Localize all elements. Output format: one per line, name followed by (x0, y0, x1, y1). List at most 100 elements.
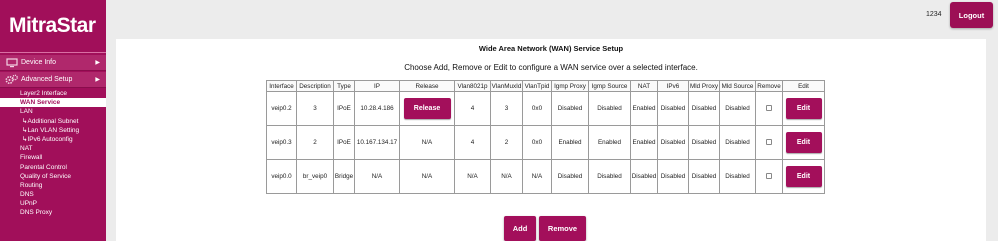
cell-mld-source: Disabled (719, 91, 756, 126)
sidebar: MitraStar Device Info ▶ Advanced Setup ▶… (0, 0, 106, 241)
cell-description: br_veip0 (296, 159, 334, 194)
sidebar-item-wan-service[interactable]: WAN Service (0, 98, 106, 108)
column-header: Mld Proxy (688, 80, 720, 92)
remove-checkbox[interactable] (766, 104, 772, 111)
remove-button[interactable]: Remove (539, 216, 586, 241)
cell-nat: Enabled (630, 125, 658, 160)
column-header: VlanTpid (522, 80, 552, 92)
cell-edit: Edit (782, 125, 825, 160)
sidebar-item-parental-control[interactable]: Parental Control (0, 163, 106, 172)
page-subtitle: Choose Add, Remove or Edit to configure … (404, 63, 698, 72)
logout-button[interactable]: Logout (950, 2, 993, 28)
page-title: Wide Area Network (WAN) Service Setup (478, 44, 624, 53)
nav-advanced-setup-label: Advanced Setup (21, 76, 73, 83)
cell-vlantpid: 0x0 (522, 91, 552, 126)
column-header: Type (333, 80, 355, 92)
main-panel: Wide Area Network (WAN) Service Setup Ch… (116, 39, 986, 241)
username-label: 1234 (926, 11, 942, 18)
cell-type: Bridge (333, 159, 355, 194)
cell-interface: veip0.3 (266, 125, 297, 160)
divider (0, 52, 106, 53)
cell-type: IPoE (333, 91, 355, 126)
cell-ip: 10.28.4.186 (354, 91, 400, 126)
cell-vlan8021p: 4 (454, 125, 491, 160)
cell-description: 3 (296, 91, 334, 126)
cell-ipv6: Disabled (657, 159, 689, 194)
cell-mld-proxy: Disabled (688, 91, 720, 126)
column-header: Edit (782, 80, 825, 92)
cell-vlan8021p: 4 (454, 91, 491, 126)
cell-igmp-source: Enabled (588, 125, 631, 160)
column-header: Interface (266, 80, 297, 92)
nav-device-info[interactable]: Device Info ▶ (0, 55, 106, 71)
sidebar-item-upnp[interactable]: UPnP (0, 199, 106, 208)
cell-release: N/A (399, 159, 455, 194)
column-header: Remove (755, 80, 783, 92)
gears-icon (5, 74, 18, 85)
column-header: Description (296, 80, 334, 92)
column-header: Release (399, 80, 455, 92)
cell-interface: veip0.2 (266, 91, 297, 126)
cell-mld-proxy: Disabled (688, 125, 720, 160)
cell-ip: N/A (354, 159, 400, 194)
sidebar-item-lan-vlan-setting[interactable]: ↳Lan VLAN Setting (0, 126, 106, 135)
cell-igmp-proxy: Disabled (551, 91, 589, 126)
remove-checkbox[interactable] (766, 138, 772, 145)
sidebar-item-firewall[interactable]: Firewall (0, 153, 106, 162)
sidebar-item-dns-proxy[interactable]: DNS Proxy (0, 208, 106, 217)
cell-remove (755, 91, 783, 126)
cell-mld-source: Disabled (719, 125, 756, 160)
cell-vlanmuxid: N/A (490, 159, 523, 194)
cell-nat: Enabled (630, 91, 658, 126)
cell-vlantpid: 0x0 (522, 125, 552, 160)
brand-logo: MitraStar (9, 14, 96, 37)
sidebar-item-layer2-interface[interactable]: Layer2 Interface (0, 89, 106, 98)
cell-ipv6: Disabled (657, 125, 689, 160)
column-header: Mld Source (719, 80, 756, 92)
cell-igmp-proxy: Disabled (551, 159, 589, 194)
cell-type: IPoE (333, 125, 355, 160)
cell-edit: Edit (782, 91, 825, 126)
sidebar-item-additional-subnet[interactable]: ↳Additional Subnet (0, 117, 106, 126)
table-row: veip0.3 2 IPoE 10.167.134.17 N/A 4 2 0x0… (266, 125, 825, 160)
cell-igmp-source: Disabled (588, 159, 631, 194)
add-button[interactable]: Add (504, 216, 536, 241)
cell-release: N/A (399, 125, 455, 160)
table-row: veip0.2 3 IPoE 10.28.4.186 Release 4 3 0… (266, 91, 825, 126)
cell-igmp-proxy: Enabled (551, 125, 589, 160)
cell-vlantpid: N/A (522, 159, 552, 194)
sidebar-item-routing[interactable]: Routing (0, 181, 106, 190)
remove-checkbox[interactable] (766, 172, 772, 179)
cell-vlan8021p: N/A (454, 159, 491, 194)
sidebar-item-ipv6-autoconfig[interactable]: ↳IPv6 Autoconfig (0, 135, 106, 144)
cell-edit: Edit (782, 159, 825, 194)
sidebar-item-nat[interactable]: NAT (0, 144, 106, 153)
chevron-right-icon: ▶ (95, 77, 100, 83)
cell-ip: 10.167.134.17 (354, 125, 400, 160)
sidebar-item-quality-of-service[interactable]: Quality of Service (0, 172, 106, 181)
edit-button[interactable]: Edit (785, 98, 822, 119)
cell-description: 2 (296, 125, 334, 160)
sidebar-item-lan[interactable]: LAN (0, 107, 106, 116)
cell-mld-source: Disabled (719, 159, 756, 194)
chevron-right-icon: ▶ (95, 60, 100, 66)
release-button[interactable]: Release (403, 98, 451, 119)
cell-vlanmuxid: 2 (490, 125, 523, 160)
cell-remove (755, 125, 783, 160)
nav-device-info-label: Device Info (21, 59, 57, 66)
cell-igmp-source: Disabled (588, 91, 631, 126)
table-header-row: Interface Description Type IP Release Vl… (266, 80, 825, 92)
cell-release: Release (399, 91, 455, 126)
column-header: Vlan8021p (454, 80, 491, 92)
cell-mld-proxy: Disabled (688, 159, 720, 194)
sidebar-item-dns[interactable]: DNS (0, 190, 106, 199)
monitor-icon (5, 57, 18, 68)
edit-button[interactable]: Edit (785, 166, 822, 187)
column-header: VlanMuxId (490, 80, 523, 92)
nav-advanced-setup[interactable]: Advanced Setup ▶ (0, 72, 106, 88)
cell-nat: Disabled (630, 159, 658, 194)
cell-interface: veip0.0 (266, 159, 297, 194)
column-header: IP (354, 80, 400, 92)
advanced-setup-submenu: Layer2 Interface WAN Service LAN ↳Additi… (0, 89, 106, 218)
edit-button[interactable]: Edit (785, 132, 822, 153)
